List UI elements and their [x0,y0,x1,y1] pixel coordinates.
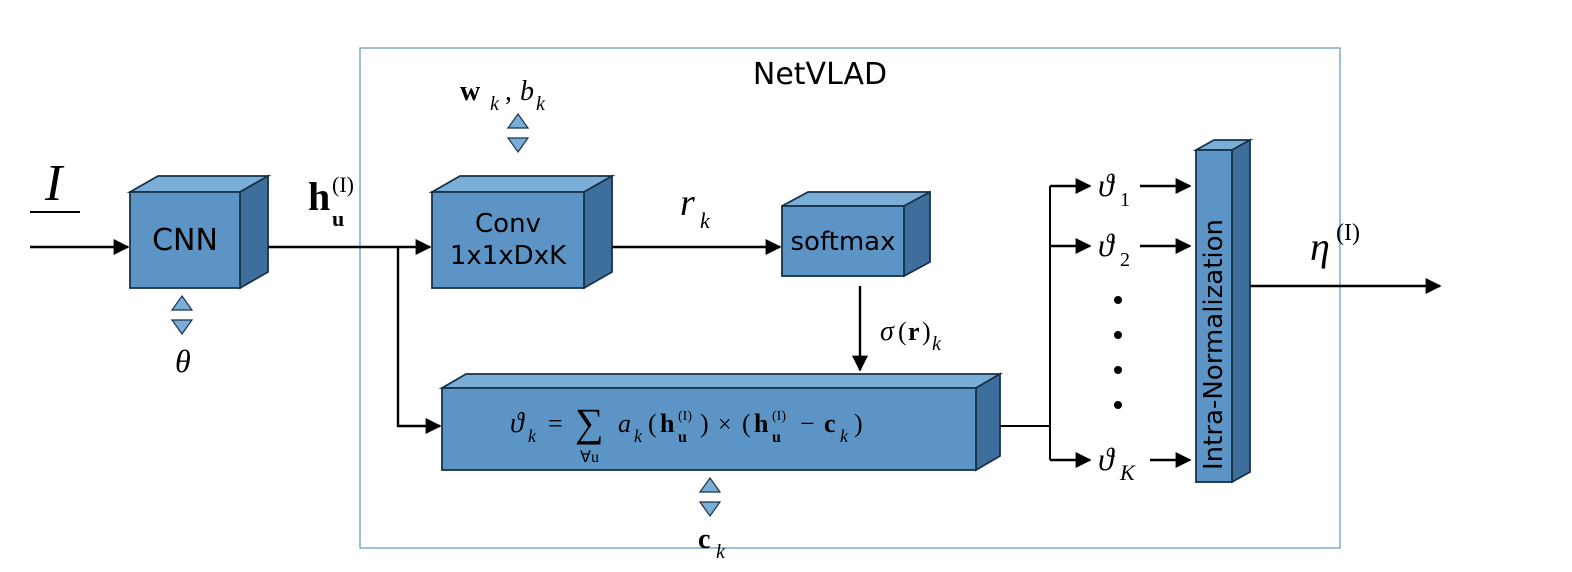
svg-text:a: a [618,409,631,438]
vlad-center-arrows [700,478,720,516]
svg-text:1: 1 [1120,189,1130,211]
svg-text:∑: ∑ [575,400,604,445]
svg-text:b: b [520,76,534,107]
netvlad-diagram: NetVLAD I CNN θ h u (I) Conv 1x1xDxK w k… [0,0,1572,572]
svg-text:ϑ: ϑ [510,408,525,439]
r-symbol: r k [680,182,711,233]
svg-text:h: h [754,409,769,438]
softmax-block: softmax [782,192,930,276]
intra-norm-block: Intra-Normalization [1196,140,1250,482]
svg-text:k: k [634,426,643,446]
conv-param-arrows [508,114,528,152]
svg-text:k: k [536,93,546,115]
input-symbol: I [44,155,65,212]
output-symbol: η (I) [1310,220,1360,269]
conv-block: Conv 1x1xDxK [432,176,612,288]
conv-label-2: 1x1xDxK [450,241,567,271]
svg-text:): ) [922,317,931,346]
cnn-block: CNN [130,176,268,288]
svg-text:η: η [1310,224,1330,269]
svg-text:(: ( [648,409,657,438]
sigma-symbol: σ ( r ) k [880,316,942,355]
svg-text:,: , [505,76,512,107]
softmax-label: softmax [791,227,896,257]
cnn-label: CNN [152,223,218,258]
conv-label-1: Conv [475,209,541,239]
svg-text:k: k [528,426,537,446]
theta-K: ϑ [1098,441,1116,477]
svg-text:): ) [854,409,863,438]
svg-text:K: K [1119,460,1136,485]
svg-text:k: k [490,93,500,115]
svg-text:w: w [460,76,481,107]
vdots-icon [1114,296,1122,409]
svg-text:×: × [718,412,732,438]
svg-text:h: h [660,409,675,438]
svg-text:(I): (I) [1336,220,1360,246]
svg-text:u: u [772,429,781,446]
svg-text:u: u [332,206,344,231]
svg-text:2: 2 [1120,249,1130,271]
theta-2: ϑ [1098,227,1116,263]
svg-text:): ) [700,409,709,438]
svg-text:(I): (I) [678,409,692,424]
svg-text:c: c [698,524,710,555]
vlad-center-symbol: c k [698,524,726,563]
svg-text:−: − [800,409,815,438]
svg-text:(I): (I) [772,409,786,424]
cnn-param-arrows [172,296,192,334]
cnn-param: θ [175,343,191,379]
svg-text:σ: σ [880,316,895,347]
svg-text:k: k [716,541,726,563]
netvlad-container [360,48,1340,548]
svg-text:r: r [680,182,695,224]
svg-text:(: ( [898,317,907,346]
svg-text:k: k [840,426,849,446]
svg-text:k: k [932,333,942,355]
svg-text:h: h [308,174,330,219]
svg-text:r: r [908,317,920,346]
svg-text:∀u: ∀u [580,449,599,466]
conv-params: w k , b k [460,76,546,115]
intra-norm-label: Intra-Normalization [1199,219,1229,470]
svg-text:(I): (I) [332,172,354,197]
svg-text:u: u [678,429,687,446]
feature-symbol: h u (I) [308,172,354,231]
svg-text:c: c [824,409,836,438]
svg-text:(: ( [742,409,751,438]
svg-text:=: = [548,409,563,438]
theta-1: ϑ [1098,167,1116,203]
svg-text:k: k [700,208,711,233]
netvlad-title: NetVLAD [753,57,887,92]
